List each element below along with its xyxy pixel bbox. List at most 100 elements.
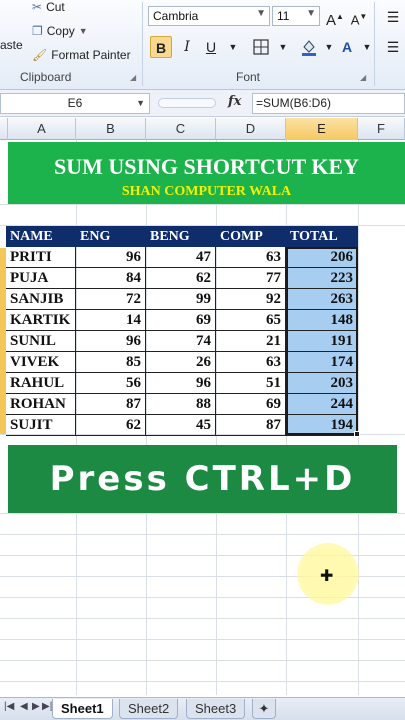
fill-handle[interactable] [354,431,360,437]
select-all-corner[interactable] [0,118,8,140]
cell-name[interactable]: SUNIL [6,331,76,352]
cell-eng[interactable]: 96 [76,247,146,268]
font-size-box[interactable]: 11 ▼ [272,6,320,26]
copy-button[interactable]: ❐ Copy ▼ [32,24,88,38]
cell-eng[interactable]: 96 [76,331,146,352]
scissors-icon: ✂ [32,0,43,14]
name-box[interactable]: E6 ▼ [0,93,150,114]
cell-total[interactable]: 174 [286,352,358,373]
header-eng[interactable]: ENG [76,226,146,247]
name-box-value: E6 [67,96,83,110]
column-header-c[interactable]: C [146,118,216,140]
cell-name[interactable]: SUJIT [6,415,76,436]
cell-eng[interactable]: 72 [76,289,146,310]
underline-dropdown-icon[interactable]: ▼ [222,36,244,58]
cell-beng[interactable]: 26 [146,352,216,373]
grow-font-button[interactable]: A▲ [324,6,346,29]
cell-name[interactable]: ROHAN [6,394,76,415]
header-name[interactable]: NAME [6,226,76,247]
cell-total[interactable]: 148 [286,310,358,331]
cell-total[interactable]: 194 [286,415,358,436]
font-name-value: Cambria [153,9,199,23]
column-header-d[interactable]: D [216,118,286,140]
cell-name[interactable]: PRITI [6,247,76,268]
borders-dropdown-icon[interactable]: ▼ [272,36,294,58]
cell-beng[interactable]: 99 [146,289,216,310]
font-color-button[interactable]: A [336,36,358,58]
cell-beng[interactable]: 69 [146,310,216,331]
clipboard-launcher-icon[interactable]: ◢ [130,73,136,82]
cell-comp[interactable]: 65 [216,310,286,331]
header-beng[interactable]: BENG [146,226,216,247]
shrink-font-button[interactable]: A▼ [348,6,370,28]
first-sheet-icon[interactable]: |◀ [4,701,14,712]
header-total[interactable]: TOTAL [286,226,358,247]
cell-name[interactable]: PUJA [6,268,76,289]
sheet-tab-3[interactable]: Sheet3 [186,699,246,719]
cell-name[interactable]: VIVEK [6,352,76,373]
cell-total[interactable]: 223 [286,268,358,289]
cell-comp[interactable]: 63 [216,352,286,373]
cell-beng[interactable]: 47 [146,247,216,268]
font-launcher-icon[interactable]: ◢ [360,73,366,82]
gridline [0,534,405,535]
cell-name[interactable]: RAHUL [6,373,76,394]
cell-total[interactable]: 244 [286,394,358,415]
align-top-icon[interactable]: ☰ [382,6,404,28]
cell-beng[interactable]: 96 [146,373,216,394]
cell-total[interactable]: 206 [286,247,358,268]
cell-beng[interactable]: 88 [146,394,216,415]
fill-color-icon[interactable] [298,36,320,58]
cell-name[interactable]: SANJIB [6,289,76,310]
title-banner[interactable]: SUM USING SHORTCUT KEY SHAN COMPUTER WAL… [8,142,405,204]
cut-button[interactable]: ✂ Cut [32,0,65,14]
cell-comp[interactable]: 51 [216,373,286,394]
cell-beng[interactable]: 62 [146,268,216,289]
cell-eng[interactable]: 14 [76,310,146,331]
cell-comp[interactable]: 21 [216,331,286,352]
cell-eng[interactable]: 84 [76,268,146,289]
fx-icon[interactable]: fx [228,94,241,109]
underline-button[interactable]: U [200,36,222,58]
cell-total[interactable]: 263 [286,289,358,310]
gridline [0,639,405,640]
paste-button[interactable]: aste [0,38,23,52]
cell-eng[interactable]: 87 [76,394,146,415]
cell-eng[interactable]: 85 [76,352,146,373]
cell-comp[interactable]: 87 [216,415,286,436]
header-comp[interactable]: COMP [216,226,286,247]
insert-sheet-icon[interactable]: ✦ [252,699,276,719]
cell-eng[interactable]: 56 [76,373,146,394]
cell-comp[interactable]: 69 [216,394,286,415]
font-name-box[interactable]: Cambria ▼ [148,6,270,26]
column-header-a[interactable]: A [8,118,76,140]
column-header-e[interactable]: E [286,118,358,140]
italic-button[interactable]: I [176,36,198,58]
cell-beng[interactable]: 45 [146,415,216,436]
align-center-icon[interactable]: ☰ [382,36,404,58]
borders-icon[interactable] [250,36,272,58]
cell-eng[interactable]: 62 [76,415,146,436]
format-painter-button[interactable]: 🖌 Format Painter [32,48,131,62]
formula-input[interactable]: =SUM(B6:D6) [252,93,405,114]
cell-total[interactable]: 191 [286,331,358,352]
prev-sheet-icon[interactable]: ◀ [20,701,28,712]
last-sheet-icon[interactable]: ▶| [42,701,52,712]
italic-label: I [184,39,190,55]
paste-label: aste [0,38,23,52]
next-sheet-icon[interactable]: ▶ [32,701,40,712]
gridline [0,660,405,661]
bold-button[interactable]: B [150,36,172,58]
sheet-tab-1[interactable]: Sheet1 [52,699,113,719]
column-header-f[interactable]: F [358,118,405,140]
sheet-tab-2[interactable]: Sheet2 [119,699,179,719]
column-header-b[interactable]: B [76,118,146,140]
cell-comp[interactable]: 92 [216,289,286,310]
cell-comp[interactable]: 63 [216,247,286,268]
cell-comp[interactable]: 77 [216,268,286,289]
formula-bar-resize-handle[interactable] [158,98,216,108]
cell-total[interactable]: 203 [286,373,358,394]
cell-beng[interactable]: 74 [146,331,216,352]
cell-name[interactable]: KARTIK [6,310,76,331]
shortcut-banner[interactable]: Press CTRL+D [8,445,397,513]
